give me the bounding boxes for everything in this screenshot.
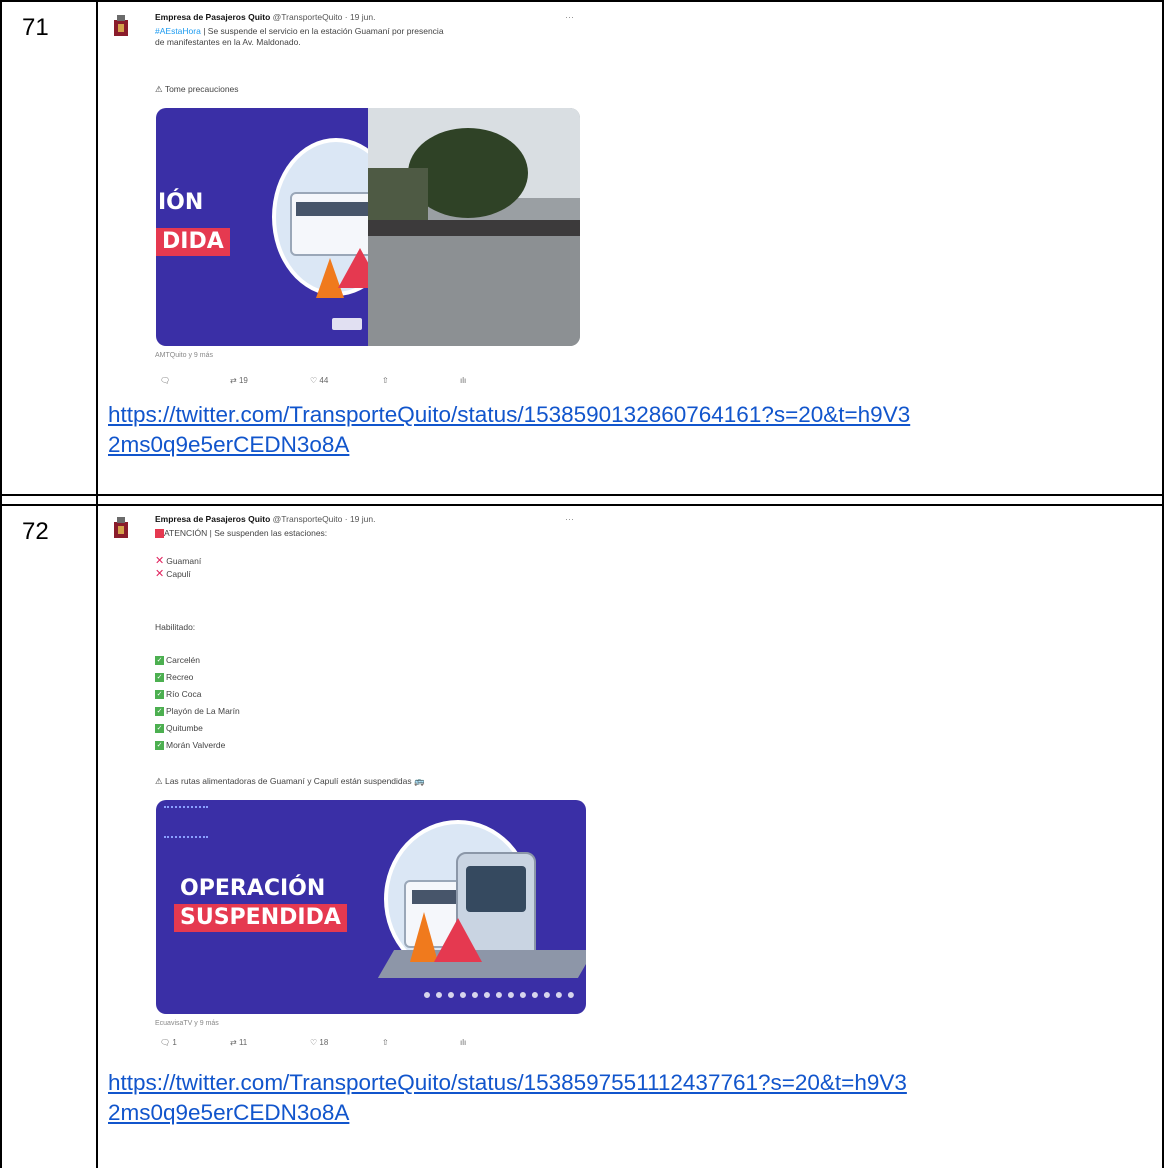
tweet-header: Empresa de Pasajeros Quito @TransporteQu… xyxy=(155,12,375,22)
check-icon: ✓ xyxy=(155,741,164,751)
more-options-icon[interactable]: ··· xyxy=(565,12,574,22)
tweet-handle-date: @TransporteQuito · 19 jun. xyxy=(272,12,376,22)
media-title-line2: SUSPENDIDA xyxy=(174,904,347,932)
suspended-stations: ✕ Guamaní ✕ Capulí xyxy=(155,556,201,580)
sponsor-logos xyxy=(424,992,574,1008)
media-photo-right xyxy=(368,108,580,346)
retweet-icon[interactable]: ⇄ 11 xyxy=(230,1038,247,1047)
tweet-media-caption: EcuavisaTV y 9 más xyxy=(155,1020,219,1027)
tweet-media-caption: AMTQuito y 9 más xyxy=(155,352,213,359)
alert-icon xyxy=(155,529,164,539)
check-icon: ✓ xyxy=(155,656,164,666)
list-item: ✓ Carcelén xyxy=(155,655,201,666)
table-column-divider xyxy=(96,0,98,1168)
analytics-icon[interactable]: ılı xyxy=(460,376,466,385)
enabled-label: Habilitado: xyxy=(155,622,196,632)
tweet-media[interactable]: IÓN DIDA xyxy=(156,108,580,346)
tweet-text: ATENCIÓN | Se suspenden las estaciones: xyxy=(155,528,327,539)
list-item: ✓ Morán Valverde xyxy=(155,740,226,751)
tweet-author[interactable]: Empresa de Pasajeros Quito xyxy=(155,12,270,22)
table-border-right xyxy=(1162,0,1164,1168)
share-icon[interactable]: ⇧ xyxy=(382,1038,389,1047)
more-options-icon[interactable]: ··· xyxy=(565,514,574,524)
tweet-header: Empresa de Pasajeros Quito @TransporteQu… xyxy=(155,514,375,524)
like-icon[interactable]: ♡ 44 xyxy=(310,376,328,385)
list-item: ✕ Guamaní xyxy=(155,555,202,567)
share-icon[interactable]: ⇧ xyxy=(382,376,389,385)
tweet-warning: ⚠ Tome precauciones xyxy=(155,84,239,94)
check-icon: ✓ xyxy=(155,707,164,717)
tweet-author[interactable]: Empresa de Pasajeros Quito xyxy=(155,514,270,524)
table-border-left xyxy=(0,0,2,1168)
reply-icon[interactable]: 🗨 1 xyxy=(160,1038,177,1047)
tweet-handle-date: @TransporteQuito · 19 jun. xyxy=(272,514,376,524)
media-title-line1: IÓN xyxy=(158,190,204,215)
table-row-divider-inner xyxy=(0,504,1164,506)
row-number: 71 xyxy=(22,14,49,41)
tweet-card: Empresa de Pasajeros Quito @TransporteQu… xyxy=(110,514,590,1054)
media-title-line1: OPERACIÓN xyxy=(180,876,326,901)
table-border-top xyxy=(0,0,1164,2)
list-item: ✕ Capulí xyxy=(155,568,191,580)
cross-icon: ✕ xyxy=(155,568,165,580)
media-title-line2: DIDA xyxy=(156,228,230,256)
check-icon: ✓ xyxy=(155,673,164,683)
avatar xyxy=(114,15,128,36)
list-item: ✓ Quitumbe xyxy=(155,723,203,734)
tweet-url-link[interactable]: https://twitter.com/TransporteQuito/stat… xyxy=(108,1068,907,1128)
dots-pattern xyxy=(164,806,208,838)
tweet-media[interactable]: OPERACIÓN SUSPENDIDA xyxy=(156,800,586,1014)
row-number: 72 xyxy=(22,518,49,545)
media-graphic-left: IÓN DIDA xyxy=(156,108,400,346)
warning-sign-icon xyxy=(434,918,482,962)
check-icon: ✓ xyxy=(155,690,164,700)
tweet-url-link[interactable]: https://twitter.com/TransporteQuito/stat… xyxy=(108,400,910,460)
enabled-stations: ✓ Carcelén ✓ Recreo ✓ Río Coca ✓ Playón de L… xyxy=(155,652,240,754)
avatar xyxy=(114,517,128,538)
reply-icon[interactable]: 🗨 xyxy=(160,376,170,385)
check-icon: ✓ xyxy=(155,724,164,734)
list-item: ✓ Río Coca xyxy=(155,689,202,700)
retweet-icon[interactable]: ⇄ 19 xyxy=(230,376,248,385)
list-item: ✓ Playón de La Marín xyxy=(155,706,240,717)
tweet-warning: ⚠ Las rutas alimentadoras de Guamaní y C… xyxy=(155,776,425,786)
list-item: ✓ Recreo xyxy=(155,672,194,683)
like-icon[interactable]: ♡ 18 xyxy=(310,1038,328,1047)
tweet-text: #AEstaHora | Se suspende el servicio en … xyxy=(155,26,444,47)
municipality-logo xyxy=(332,318,362,330)
cross-icon: ✕ xyxy=(155,555,165,567)
analytics-icon[interactable]: ılı xyxy=(460,1038,466,1047)
hashtag-link[interactable]: #AEstaHora xyxy=(155,26,201,36)
table-row-divider xyxy=(0,494,1164,496)
tweet-card: Empresa de Pasajeros Quito @TransporteQu… xyxy=(110,12,590,392)
